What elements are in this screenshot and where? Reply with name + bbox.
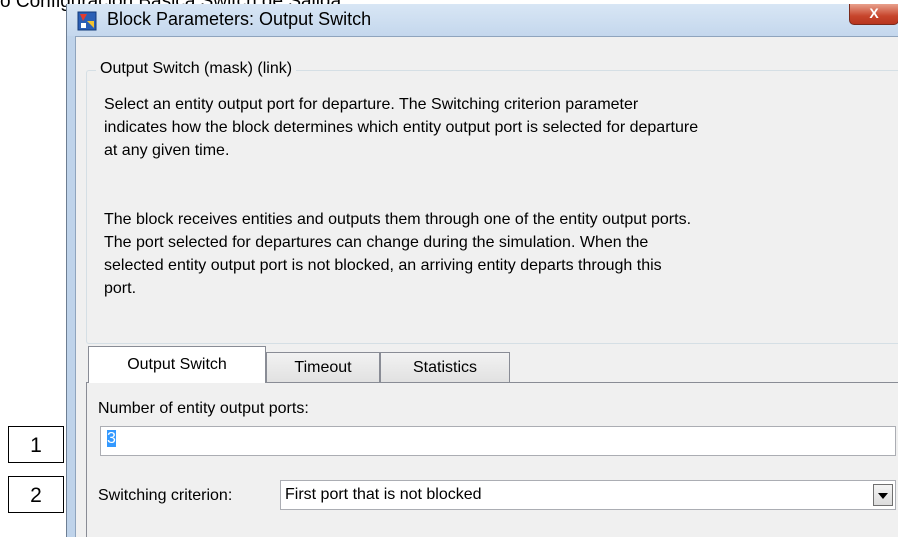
window-title: Block Parameters: Output Switch [107, 9, 372, 29]
close-icon: X [869, 5, 879, 21]
close-button[interactable]: X [849, 4, 898, 25]
switching-criterion-select[interactable]: First port that is not blocked [280, 480, 896, 510]
simulink-block-icon [77, 11, 97, 31]
tab-output-switch[interactable]: Output Switch [88, 346, 266, 383]
tab-timeout[interactable]: Timeout [266, 352, 380, 382]
callout-1: 1 [8, 426, 64, 463]
switching-criterion-value: First port that is not blocked [285, 486, 482, 503]
description-paragraph-1: Select an entity output port for departu… [104, 96, 699, 159]
callout-2: 2 [8, 476, 64, 513]
tab-statistics[interactable]: Statistics [380, 352, 510, 382]
num-ports-value: 3 [107, 430, 116, 447]
title-bar[interactable]: Block Parameters: Output Switch X [67, 4, 898, 36]
description-paragraph-2: The block receives entities and outputs … [104, 211, 692, 297]
num-ports-input[interactable]: 3 [100, 426, 896, 456]
group-legend: Output Switch (mask) (link) [96, 60, 297, 78]
chevron-down-icon[interactable] [873, 484, 893, 506]
num-ports-label: Number of entity output ports: [98, 400, 309, 417]
switching-criterion-label: Switching criterion: [98, 487, 233, 504]
